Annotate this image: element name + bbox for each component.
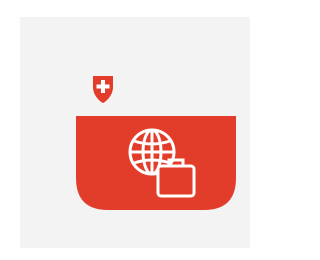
swiss-cross-shield-icon — [93, 76, 113, 103]
app-icon-artwork — [76, 76, 236, 210]
briefcase-icon — [156, 158, 196, 198]
